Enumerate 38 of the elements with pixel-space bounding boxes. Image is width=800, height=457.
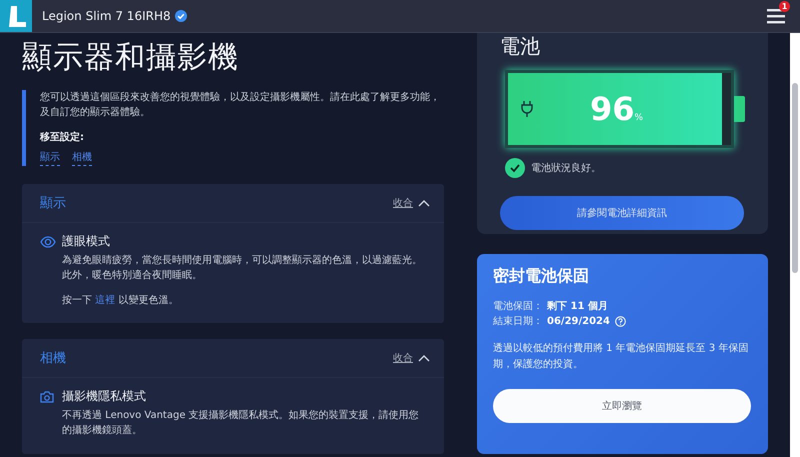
eye-icon — [40, 236, 56, 248]
setting-title: 攝影機隱私模式 — [62, 388, 147, 405]
here-link[interactable]: 這裡 — [95, 295, 116, 306]
warranty-label: 結束日期： — [493, 314, 543, 329]
help-icon[interactable] — [614, 316, 626, 327]
device-name: Legion Slim 7 16IRH8 — [42, 9, 171, 23]
battery-details-button[interactable]: 請參閱電池詳細資訊 — [500, 196, 744, 230]
warranty-description: 透過以較低的預付費用將 1 年電池保固期延長至 3 年保固期，保護您的投資。 — [493, 342, 750, 372]
intro-text: 您可以透過這個區段來改善您的視覺體驗，以及設定攝影機屬性。請在此處了解更多功能，及自訂您的顯示器體驗。 — [40, 90, 441, 120]
battery-title: 電池 — [500, 33, 541, 60]
section-title: 相機 — [40, 350, 66, 367]
battery-status: 電池狀況良好。 — [531, 162, 601, 175]
percent-unit: % — [634, 113, 644, 123]
chevron-up-icon — [418, 199, 430, 207]
warranty-value: 剩下 11 個月 — [547, 300, 608, 314]
setting-description: 為避免眼睛疲勞，當您長時間使用電腦時，可以調整顯示器的色溫，以過濾藍光。此外，暖色特別適合夜間睡眠。 — [62, 254, 423, 283]
collapse-toggle[interactable]: 收合 — [393, 196, 430, 210]
jump-label: 移至設定: — [40, 130, 85, 144]
warranty-value: 06/29/2024 — [547, 315, 610, 329]
battery-tip — [734, 96, 745, 122]
battery-percent: 96 — [590, 90, 635, 128]
app-logo-icon — [0, 0, 32, 32]
scrollbar[interactable] — [790, 33, 800, 457]
warranty-title: 密封電池保固 — [493, 266, 590, 287]
collapse-toggle[interactable]: 收合 — [393, 351, 430, 365]
camera-icon — [40, 391, 56, 403]
notification-badge: 1 — [779, 1, 790, 12]
chevron-up-icon — [418, 354, 430, 362]
warranty-label: 電池保固： — [493, 300, 543, 314]
setting-title: 護眼模式 — [62, 233, 111, 250]
section-title: 顯示 — [40, 195, 66, 212]
menu-button[interactable] — [767, 8, 785, 24]
page-title: 顯示器和攝影機 — [22, 39, 240, 77]
browse-now-button[interactable]: 立即瀏覽 — [493, 389, 751, 423]
setting-description: 不再透過 Lenovo Vantage 支援攝影機隱私模式。如果您的裝置支援，請使用您的攝影機鏡頭蓋。 — [62, 408, 420, 438]
setting-hint: 按一下 這裡 以變更色溫。 — [62, 294, 180, 307]
jump-link[interactable]: 相機 — [72, 150, 92, 166]
jump-link[interactable]: 顯示 — [40, 150, 60, 166]
